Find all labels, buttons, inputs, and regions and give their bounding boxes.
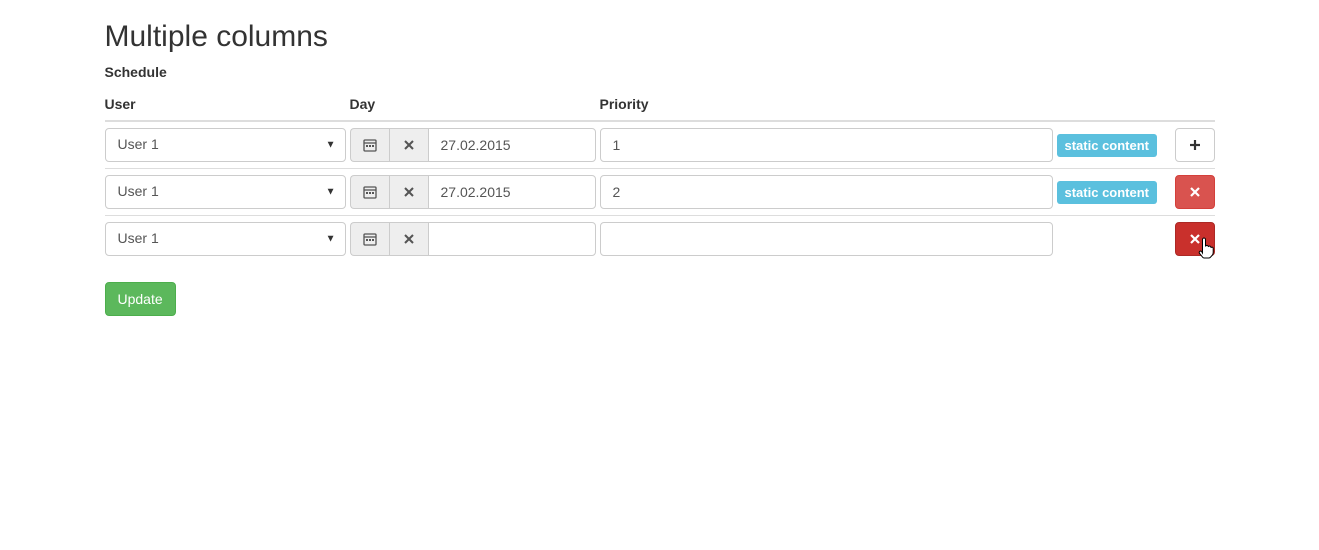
- close-icon: [1188, 185, 1202, 199]
- user-select[interactable]: User 1: [105, 222, 346, 256]
- calendar-icon: [363, 185, 377, 199]
- clear-date-button[interactable]: [389, 128, 428, 162]
- calendar-icon: [363, 232, 377, 246]
- header-priority: Priority: [600, 88, 1057, 121]
- day-input[interactable]: [428, 222, 596, 256]
- priority-input[interactable]: [600, 222, 1053, 256]
- add-row-button[interactable]: [1175, 128, 1215, 162]
- calendar-button[interactable]: [350, 128, 389, 162]
- plus-icon: [1188, 138, 1202, 152]
- remove-row-button[interactable]: [1175, 175, 1215, 209]
- header-user: User: [105, 88, 350, 121]
- close-icon: [1188, 232, 1202, 246]
- table-row: User 1 ▼: [105, 169, 1215, 216]
- page-title: Multiple columns: [105, 20, 1215, 54]
- day-input[interactable]: [428, 128, 596, 162]
- clear-date-button[interactable]: [389, 222, 428, 256]
- clear-date-button[interactable]: [389, 175, 428, 209]
- remove-row-button[interactable]: [1175, 222, 1215, 256]
- static-content-badge: static content: [1057, 134, 1158, 157]
- table-row: User 1 ▼: [105, 216, 1215, 263]
- day-input[interactable]: [428, 175, 596, 209]
- close-icon: [402, 138, 416, 152]
- section-label: Schedule: [105, 64, 1215, 80]
- calendar-icon: [363, 138, 377, 152]
- static-content-badge: static content: [1057, 181, 1158, 204]
- schedule-table: User Day Priority User 1 ▼: [105, 88, 1215, 262]
- calendar-button[interactable]: [350, 222, 389, 256]
- calendar-button[interactable]: [350, 175, 389, 209]
- update-button[interactable]: Update: [105, 282, 176, 316]
- close-icon: [402, 232, 416, 246]
- close-icon: [402, 185, 416, 199]
- header-day: Day: [350, 88, 600, 121]
- user-select[interactable]: User 1: [105, 128, 346, 162]
- user-select[interactable]: User 1: [105, 175, 346, 209]
- table-row: User 1 ▼: [105, 121, 1215, 169]
- priority-input[interactable]: [600, 128, 1053, 162]
- priority-input[interactable]: [600, 175, 1053, 209]
